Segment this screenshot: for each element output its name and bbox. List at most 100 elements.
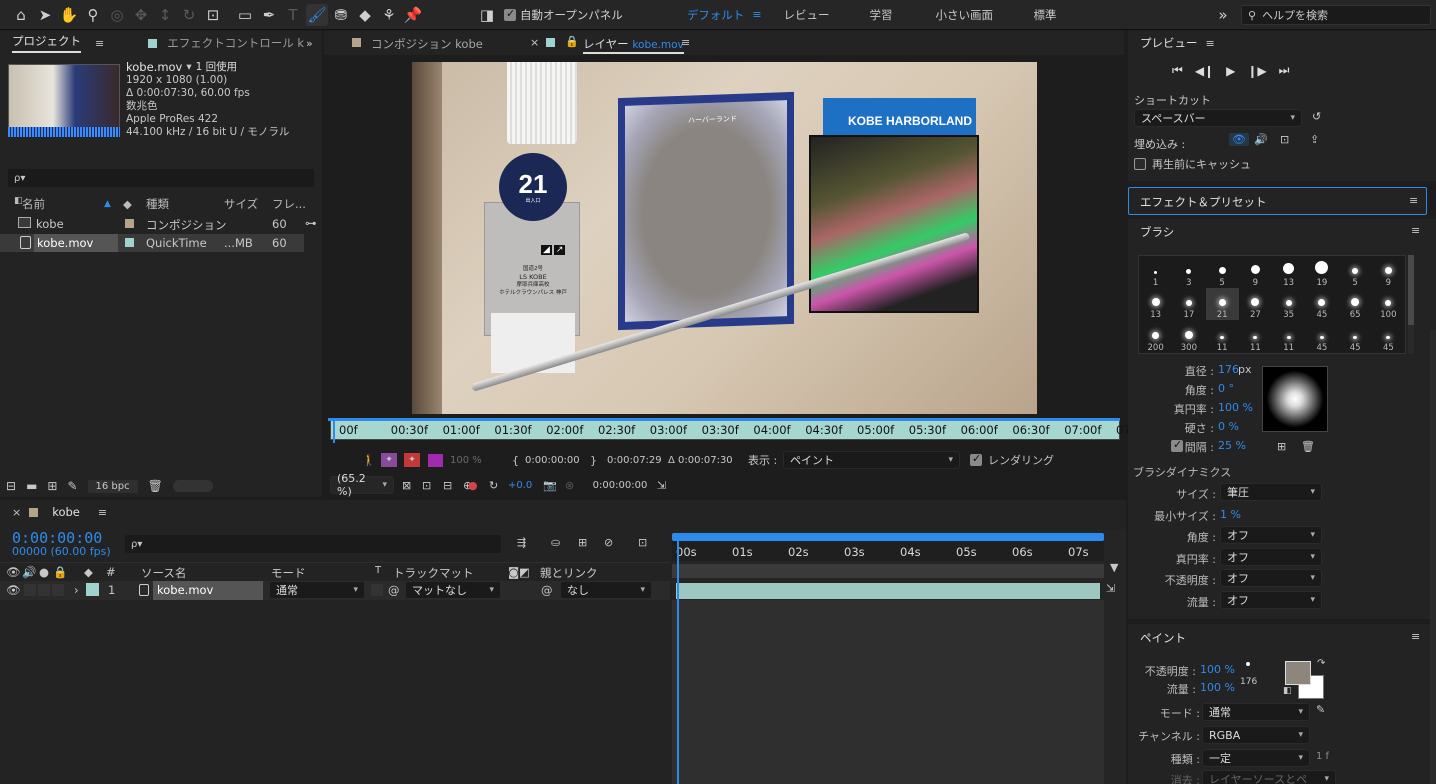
last-frame-icon[interactable]: ⏭ xyxy=(1279,63,1290,78)
home-icon[interactable]: ⌂ xyxy=(10,4,32,26)
pose-icon[interactable]: ✦ xyxy=(404,453,420,467)
help-search[interactable]: ⚲ ヘルプを検索 xyxy=(1241,5,1431,25)
paint-erase-select[interactable]: レイヤーソースとペ ▾ xyxy=(1202,770,1336,784)
roundness-value[interactable]: 100 % xyxy=(1218,401,1253,414)
new-folder-icon[interactable]: ▬ xyxy=(26,479,37,493)
goto-composition-icon[interactable]: ⇲ xyxy=(657,479,666,492)
exposure-value[interactable]: +0.0 xyxy=(508,480,532,491)
rectangle-tool-icon[interactable]: ▭ xyxy=(234,4,256,26)
motion-blur-icon[interactable]: ⊡ xyxy=(638,536,647,549)
dynamics-select[interactable]: 筆圧 ▾ xyxy=(1220,483,1322,501)
pan-camera-icon[interactable]: ✥ xyxy=(130,4,152,26)
brush-tip[interactable]: 100 xyxy=(1372,288,1405,320)
column-size[interactable]: サイズ xyxy=(224,196,258,212)
parent-select[interactable]: なし ▾ xyxy=(560,581,652,599)
goto-layer-icon[interactable]: ⇲ xyxy=(1106,582,1115,595)
selection-tool-icon[interactable]: ➤ xyxy=(34,4,56,26)
timeline-search-input[interactable]: ρ▾ xyxy=(125,535,501,553)
brush-grid-scrollbar[interactable] xyxy=(1408,255,1414,354)
adjust-icon[interactable]: ✎ xyxy=(67,479,77,493)
out-point-icon[interactable]: } xyxy=(590,454,597,467)
onion-skin-icon[interactable]: ✦ xyxy=(381,453,397,467)
type-tool-icon[interactable]: T xyxy=(282,4,304,26)
orbit-camera-icon[interactable]: ◎ xyxy=(106,4,128,26)
tab-effect-controls[interactable]: エフェクトコントロール k xyxy=(167,35,304,51)
play-icon[interactable]: ▶ xyxy=(1226,64,1235,78)
diameter-value[interactable]: 176 xyxy=(1218,363,1239,376)
paint-mode-select[interactable]: 通常 ▾ xyxy=(1202,703,1310,721)
timeline-ruler[interactable]: 00s 01s 02s 03s 04s 05s 06s 07s xyxy=(672,541,1104,561)
project-search-input[interactable]: ρ▾ xyxy=(8,169,314,187)
track-matte-select[interactable]: マットなし ▾ xyxy=(405,581,501,599)
eraser-tool-icon[interactable]: ◆ xyxy=(354,4,376,26)
tab-project[interactable]: プロジェクト xyxy=(12,33,81,53)
work-area-bar[interactable] xyxy=(672,533,1104,541)
workspace-review[interactable]: レビュー xyxy=(784,7,870,23)
paint-opacity-value[interactable]: 100 % xyxy=(1200,663,1235,676)
roto-brush-icon[interactable]: ⚘ xyxy=(378,4,400,26)
region-of-interest-icon[interactable]: ⊡ xyxy=(422,479,431,492)
layer-switch-box[interactable] xyxy=(24,584,36,596)
reset-icon[interactable]: ↺ xyxy=(1312,110,1321,123)
new-composition-icon[interactable]: ⊞ xyxy=(47,479,57,493)
label-icon[interactable]: ◆ xyxy=(84,565,93,579)
hardness-value[interactable]: 0 % xyxy=(1218,420,1239,433)
brush-tip[interactable]: 17 xyxy=(1172,288,1205,320)
reset-exposure-icon[interactable]: ↻ xyxy=(489,479,498,492)
foreground-color-swatch[interactable] xyxy=(1285,661,1311,685)
opacity-value[interactable]: 100 % xyxy=(450,455,482,466)
lock-icon[interactable]: 🔒 xyxy=(53,565,67,579)
layer-name[interactable]: kobe.mov xyxy=(153,581,263,600)
playhead[interactable] xyxy=(677,541,679,784)
eyedropper-icon[interactable]: ✎ xyxy=(1316,703,1325,716)
shortcut-select[interactable]: スペースバー ▾ xyxy=(1134,109,1302,127)
puppet-icon[interactable]: 🚶 xyxy=(362,454,376,467)
brush-tip[interactable]: 11 xyxy=(1239,321,1272,353)
visibility-icon[interactable]: 👁 xyxy=(6,565,21,579)
tab-timeline-kobe[interactable]: kobe xyxy=(52,505,80,519)
brush-tip[interactable]: 300 xyxy=(1172,321,1205,353)
panel-menu-icon[interactable]: ≡ xyxy=(1409,194,1418,207)
brush-tip[interactable]: 9 xyxy=(1372,256,1405,288)
panel-menu-icon[interactable]: ≡ xyxy=(1411,630,1420,643)
dynamics-select[interactable]: オフ ▾ xyxy=(1220,547,1322,566)
clone-stamp-icon[interactable]: ⛃ xyxy=(330,4,352,26)
track-matte-icon[interactable]: @ xyxy=(388,583,400,597)
pen-tool-icon[interactable]: ✒ xyxy=(258,4,280,26)
auto-open-checkbox[interactable] xyxy=(504,7,516,21)
channel-icon[interactable]: ● xyxy=(468,479,478,492)
auto-open-panel[interactable]: 自動オープンパネル xyxy=(504,7,623,23)
cache-checkbox[interactable] xyxy=(1134,158,1146,170)
puppet-pin-icon[interactable]: 📌 xyxy=(402,4,424,26)
brush-tip[interactable]: 45 xyxy=(1339,321,1372,353)
workspace-learn[interactable]: 学習 xyxy=(870,7,936,23)
column-source-name[interactable]: ソース名 xyxy=(141,565,186,581)
brush-tip[interactable]: 35 xyxy=(1272,288,1305,320)
panel-menu-icon[interactable]: ≡ xyxy=(95,37,104,50)
guides-icon[interactable]: ⊟ xyxy=(443,479,452,492)
brush-tip[interactable]: 5 xyxy=(1339,256,1372,288)
brush-tool-icon[interactable]: 🖌 xyxy=(306,3,328,26)
column-name[interactable]: 名前 xyxy=(22,196,45,212)
column-mode[interactable]: モード xyxy=(271,565,306,581)
comp-flow-icon[interactable]: ⇶ xyxy=(517,536,526,549)
transparency-grid-icon[interactable]: ⊠ xyxy=(402,479,411,492)
brush-tip[interactable]: 200 xyxy=(1139,321,1172,353)
right-scrollbar[interactable] xyxy=(1430,330,1436,784)
tab-layer[interactable]: レイヤー kobe.mov xyxy=(583,36,684,54)
in-time[interactable]: 0:00:00:00 xyxy=(525,455,580,466)
brush-tip[interactable]: 11 xyxy=(1272,321,1305,353)
dolly-camera-icon[interactable]: ↕ xyxy=(154,4,176,26)
next-frame-icon[interactable]: ❙▶ xyxy=(1247,64,1266,78)
layer-row[interactable]: 👁 › 1 kobe.mov 通常 ▾ @ マットなし ▾ @ なし ▾ xyxy=(0,581,670,600)
export-icon[interactable]: ⇪ xyxy=(1310,133,1319,146)
effects-presets-panel[interactable]: エフェクト＆プリセット ≡ xyxy=(1128,187,1427,215)
out-time[interactable]: 0:00:07:29 xyxy=(607,455,662,466)
layer-mode-select[interactable]: 通常 ▾ xyxy=(269,581,365,599)
column-parent[interactable]: 親とリンク xyxy=(540,565,598,581)
spacing-value[interactable]: 25 % xyxy=(1218,439,1246,452)
search-toggle[interactable] xyxy=(172,480,213,492)
close-icon[interactable]: × xyxy=(530,36,539,49)
panel-menu-icon[interactable]: ≡ xyxy=(681,36,690,49)
brush-tip[interactable]: 19 xyxy=(1305,256,1338,288)
